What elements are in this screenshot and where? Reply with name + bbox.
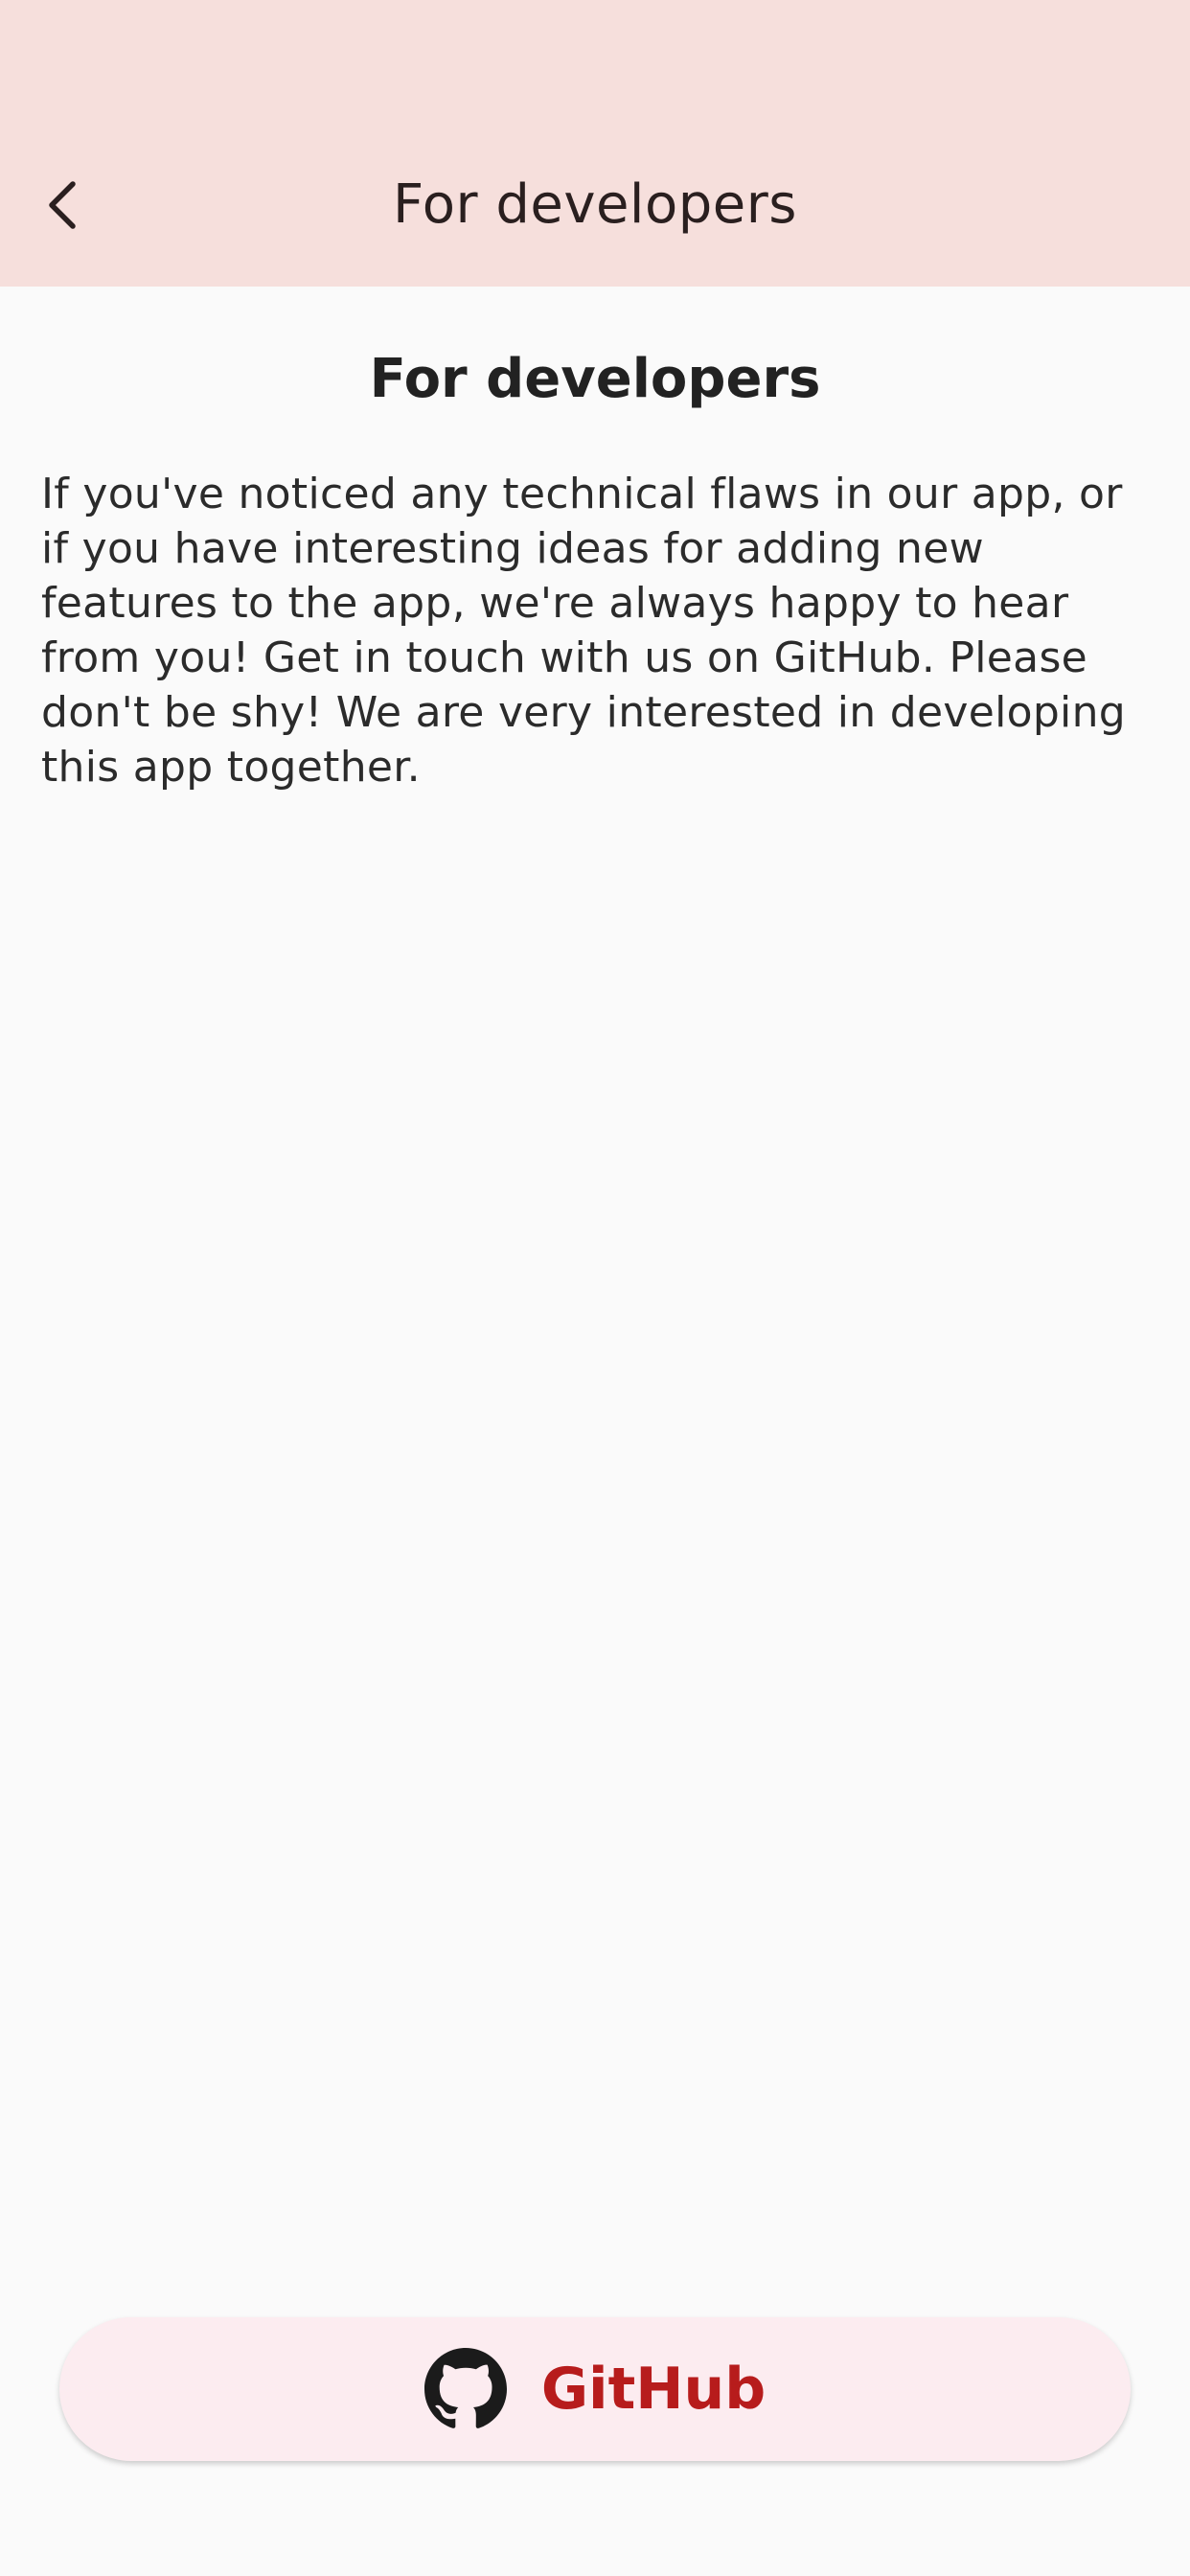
page-heading: For developers xyxy=(369,348,821,410)
app-screen: For developers For developers If you've … xyxy=(0,0,1190,2576)
body-text: If you've noticed any technical flaws in… xyxy=(41,470,1126,792)
github-button-label: GitHub xyxy=(540,2356,767,2423)
main-content: For developers If you've noticed any tec… xyxy=(0,287,1190,794)
github-icon xyxy=(423,2348,507,2430)
github-button[interactable]: GitHub xyxy=(59,2317,1131,2461)
app-bar: For developers xyxy=(0,0,1190,287)
appbar-title: For developers xyxy=(393,173,797,236)
